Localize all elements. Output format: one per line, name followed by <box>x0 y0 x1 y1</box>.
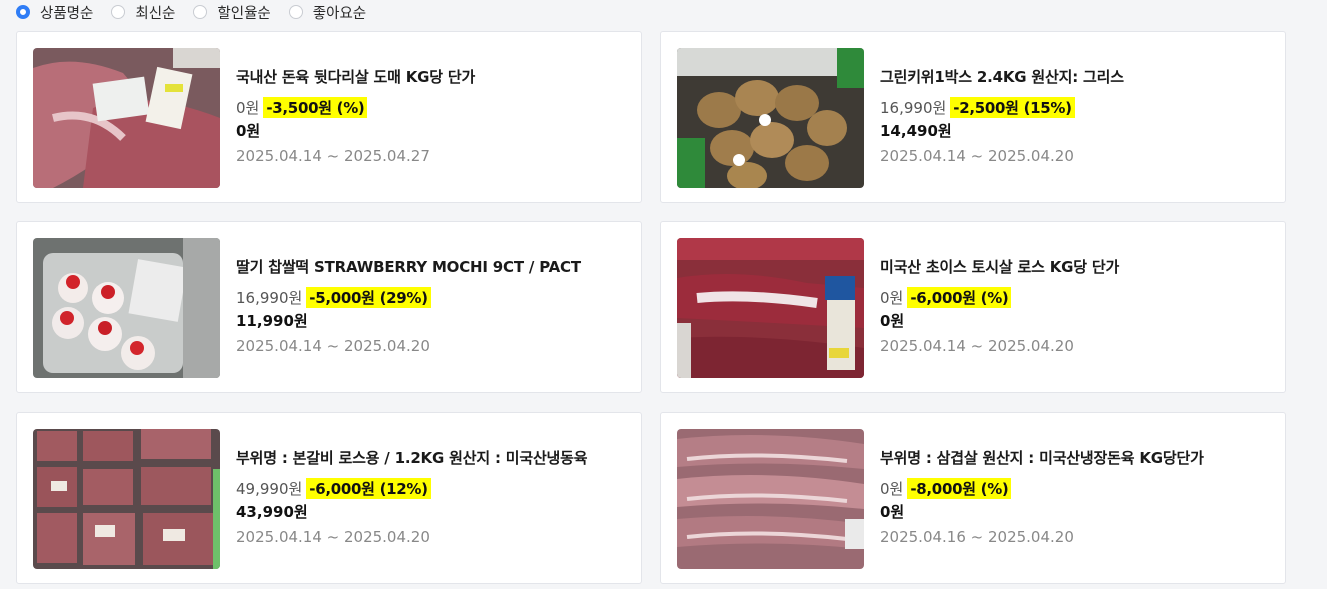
sort-label: 좋아요순 <box>312 5 367 22</box>
product-title[interactable]: 딸기 찹쌀떡 STRAWBERRY MOCHI 9CT / PACT <box>236 256 629 277</box>
beef-hanger-icon <box>677 238 864 378</box>
original-price: 49,990원 <box>236 480 303 498</box>
original-price: 16,990원 <box>236 289 303 307</box>
original-price: 0원 <box>880 480 904 498</box>
pork-belly-icon <box>677 429 864 569</box>
product-card[interactable]: 부위명 : 삼겹살 원산지 : 미국산냉장돈육 KG당단가 0원 -8,000원… <box>660 412 1286 584</box>
product-card[interactable]: 미국산 초이스 토시살 로스 KG당 단가 0원 -6,000원 (%) 0원 … <box>660 221 1286 393</box>
final-price: 43,990원 <box>236 503 308 521</box>
final-price: 0원 <box>236 122 261 140</box>
kiwi-box-icon <box>677 48 864 188</box>
product-card[interactable]: 부위명 : 본갈비 로스용 / 1.2KG 원산지 : 미국산냉동육 49,99… <box>16 412 642 584</box>
final-price: 14,490원 <box>880 122 952 140</box>
product-card[interactable]: 국내산 돈육 뒷다리살 도매 KG당 단가 0원 -3,500원 (%) 0원 … <box>16 31 642 203</box>
discount-badge: -6,000원 (%) <box>907 287 1012 308</box>
sort-label: 최신순 <box>135 5 176 22</box>
product-title[interactable]: 부위명 : 본갈비 로스용 / 1.2KG 원산지 : 미국산냉동육 <box>236 447 629 468</box>
sort-option-newest[interactable]: 최신순 <box>111 2 175 23</box>
sale-period: 2025.04.14 ~ 2025.04.20 <box>880 337 1074 355</box>
product-title[interactable]: 부위명 : 삼겹살 원산지 : 미국산냉장돈육 KG당단가 <box>880 447 1273 468</box>
sale-period: 2025.04.14 ~ 2025.04.20 <box>236 528 430 546</box>
final-price: 0원 <box>880 312 905 330</box>
original-price: 0원 <box>880 289 904 307</box>
original-price: 16,990원 <box>880 99 947 117</box>
radio-checked-icon[interactable] <box>16 5 30 19</box>
sale-period: 2025.04.14 ~ 2025.04.27 <box>236 147 430 165</box>
product-card[interactable]: 딸기 찹쌀떡 STRAWBERRY MOCHI 9CT / PACT 16,99… <box>16 221 642 393</box>
radio-unchecked-icon[interactable] <box>288 5 303 19</box>
discount-badge: -3,500원 (%) <box>263 97 368 118</box>
sort-option-likes[interactable]: 좋아요순 <box>288 2 367 23</box>
product-title[interactable]: 미국산 초이스 토시살 로스 KG당 단가 <box>880 256 1273 277</box>
radio-unchecked-icon[interactable] <box>111 5 126 19</box>
beef-rib-packs-icon <box>33 429 220 569</box>
sort-options: 상품명순 최신순 할인율순 좋아요순 <box>16 0 384 24</box>
sort-option-name[interactable]: 상품명순 <box>16 2 93 23</box>
discount-badge: -8,000원 (%) <box>907 478 1012 499</box>
radio-unchecked-icon[interactable] <box>193 5 208 19</box>
sort-option-discount[interactable]: 할인율순 <box>193 2 271 23</box>
sale-period: 2025.04.14 ~ 2025.04.20 <box>880 147 1074 165</box>
sale-period: 2025.04.16 ~ 2025.04.20 <box>880 528 1074 546</box>
strawberry-mochi-icon <box>33 238 220 378</box>
discount-badge: -6,000원 (12%) <box>306 478 431 499</box>
final-price: 11,990원 <box>236 312 308 330</box>
product-title[interactable]: 국내산 돈육 뒷다리살 도매 KG당 단가 <box>236 66 629 87</box>
product-card[interactable]: 그린키위1박스 2.4KG 원산지: 그리스 16,990원 -2,500원 (… <box>660 31 1286 203</box>
sort-label: 상품명순 <box>40 5 94 22</box>
discount-badge: -5,000원 (29%) <box>306 287 431 308</box>
pork-leg-icon <box>33 48 220 188</box>
final-price: 0원 <box>880 503 905 521</box>
sort-label: 할인율순 <box>217 5 271 22</box>
product-title[interactable]: 그린키위1박스 2.4KG 원산지: 그리스 <box>880 66 1273 87</box>
sale-period: 2025.04.14 ~ 2025.04.20 <box>236 337 430 355</box>
discount-badge: -2,500원 (15%) <box>950 97 1075 118</box>
original-price: 0원 <box>236 99 260 117</box>
